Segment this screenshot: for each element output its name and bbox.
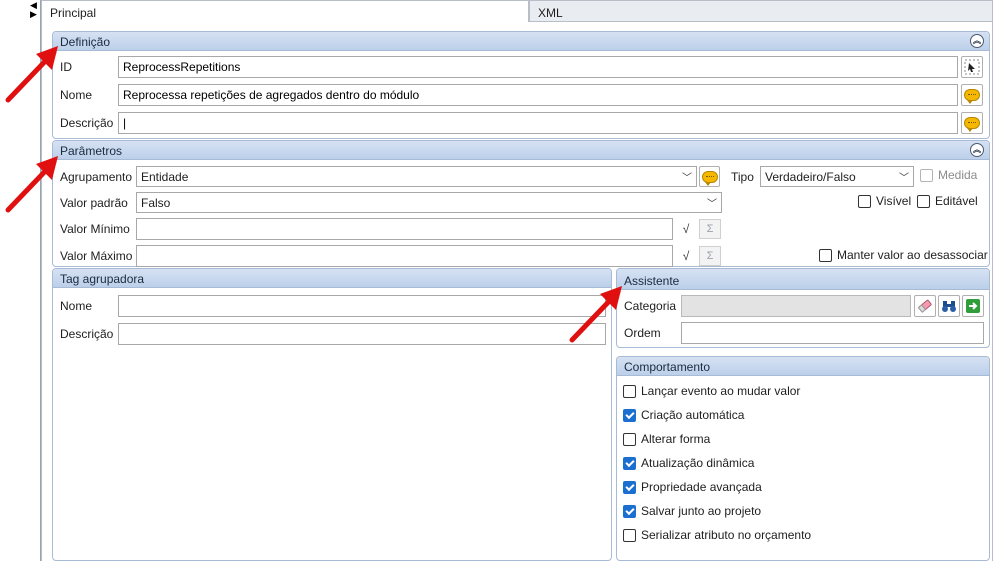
valor-minimo-label: Valor Mínimo [60,222,130,236]
valor-padrao-value: Falso [141,196,171,210]
nav-right-arrow-icon[interactable]: ▶ [30,10,37,19]
valor-padrao-select[interactable]: Falso ﹀ [136,192,722,213]
agrupamento-value: Entidade [141,170,189,184]
behavior-checkbox[interactable]: Atualização dinâmica [623,456,754,470]
sqrt-icon[interactable]: √ [675,219,697,239]
valor-minimo-field[interactable] [136,218,673,240]
behavior-checkbox[interactable]: Criação automática [623,408,744,422]
behavior-label: Propriedade avançada [641,480,762,494]
sigma-icon[interactable]: Σ [699,246,721,266]
collapse-up-icon[interactable]: ︽ [970,34,984,48]
valor-maximo-field[interactable] [136,245,673,267]
chat-balloon-icon [701,170,718,186]
behavior-label: Lançar evento ao mudar valor [641,384,801,398]
comportamento-header: Comportamento [617,357,989,376]
behavior-label: Atualização dinâmica [641,456,755,470]
behavior-checkbox[interactable]: Propriedade avançada [623,480,762,494]
descricao-field[interactable]: | [118,112,958,134]
chevron-down-icon: ﹀ [899,173,909,184]
assistente-header: Assistente [617,269,989,290]
unchecked-box [623,432,636,446]
manter-valor-checkbox[interactable]: Manter valor ao desassociar [819,248,988,262]
chevron-down-icon: ﹀ [707,199,717,210]
tag-agrupadora-title: Tag agrupadora [60,272,145,286]
agrupamento-select[interactable]: Entidade ﹀ [136,166,697,187]
tag-agrupadora-header: Tag agrupadora [53,269,611,288]
unchecked-box [623,528,636,542]
sqrt-icon[interactable]: √ [675,246,697,266]
categoria-field [681,295,911,317]
agrupamento-translate-button[interactable] [699,166,720,187]
tipo-value: Verdadeiro/Falso [765,170,856,184]
checked-box [623,456,636,470]
chat-balloon-icon [964,89,980,104]
tab-bar: Principal XML [41,0,993,22]
nome-field[interactable]: Reprocessa repetições de agregados dentr… [118,84,958,106]
annotation-arrow-icon [5,156,58,213]
tag-nome-label: Nome [60,299,93,313]
select-id-button[interactable] [961,56,983,78]
tag-nome-field[interactable] [118,295,606,317]
search-categoria-button[interactable] [938,295,960,317]
chat-balloon-icon [964,117,980,132]
tipo-select[interactable]: Verdadeiro/Falso ﹀ [760,166,914,187]
checked-box [623,480,636,494]
tag-agrupadora-group: Tag agrupadora Nome Descrição [52,268,612,561]
behavior-label: Salvar junto ao projeto [641,504,762,518]
parametros-group: Parâmetros ︽ Agrupamento Entidade ﹀ Tipo… [52,140,990,267]
valor-padrao-label: Valor padrão [60,196,128,210]
agrupamento-label: Agrupamento [60,170,133,184]
chevron-down-icon: ﹀ [682,173,692,184]
comportamento-group: Comportamento Lançar evento ao mudar val… [616,356,990,561]
annotation-arrow-icon [5,46,58,103]
tipo-label: Tipo [731,170,754,184]
behavior-label: Criação automática [641,408,745,422]
tag-descricao-field[interactable] [118,323,606,345]
unchecked-box [623,384,636,398]
editavel-checkbox[interactable]: Editável [917,194,978,208]
tag-descricao-label: Descrição [60,327,114,341]
clear-categoria-button[interactable] [914,295,936,317]
collapse-up-icon[interactable]: ︽ [970,143,984,157]
tab-xml[interactable]: XML [529,0,993,22]
behavior-checkbox[interactable]: Alterar forma [623,432,710,446]
ordem-field[interactable] [681,322,984,344]
nome-translate-button[interactable] [961,84,983,106]
eraser-icon [917,299,932,313]
definicao-header: Definição ︽ [53,32,989,51]
behavior-label: Alterar forma [641,432,711,446]
comportamento-title: Comportamento [624,360,711,374]
descricao-label: Descrição [60,116,114,130]
go-green-arrow-icon [966,299,980,313]
visivel-checkbox[interactable]: Visível [858,194,911,208]
sigma-icon[interactable]: Σ [699,219,721,239]
checked-box [623,408,636,422]
id-field[interactable]: ReprocessRepetitions [118,56,958,78]
select-id-icon [964,59,980,75]
behavior-checkbox[interactable]: Salvar junto ao projeto [623,504,761,518]
binoculars-icon [942,301,956,312]
checked-box [623,504,636,518]
assistente-group: Assistente Categoria Ordem [616,268,990,348]
valor-maximo-label: Valor Máximo [60,249,133,263]
descricao-translate-button[interactable] [961,112,983,134]
annotation-arrow-icon [569,286,622,343]
go-categoria-button[interactable] [962,295,984,317]
definicao-group: Definição ︽ ID ReprocessRepetitions Nome… [52,31,990,139]
behavior-label: Serializar atributo no orçamento [641,528,812,542]
medida-checkbox[interactable]: Medida [920,168,977,182]
behavior-checkbox[interactable]: Serializar atributo no orçamento [623,528,811,542]
parametros-header: Parâmetros ︽ [53,141,989,160]
tab-principal[interactable]: Principal [41,0,529,22]
behavior-checkbox[interactable]: Lançar evento ao mudar valor [623,384,800,398]
